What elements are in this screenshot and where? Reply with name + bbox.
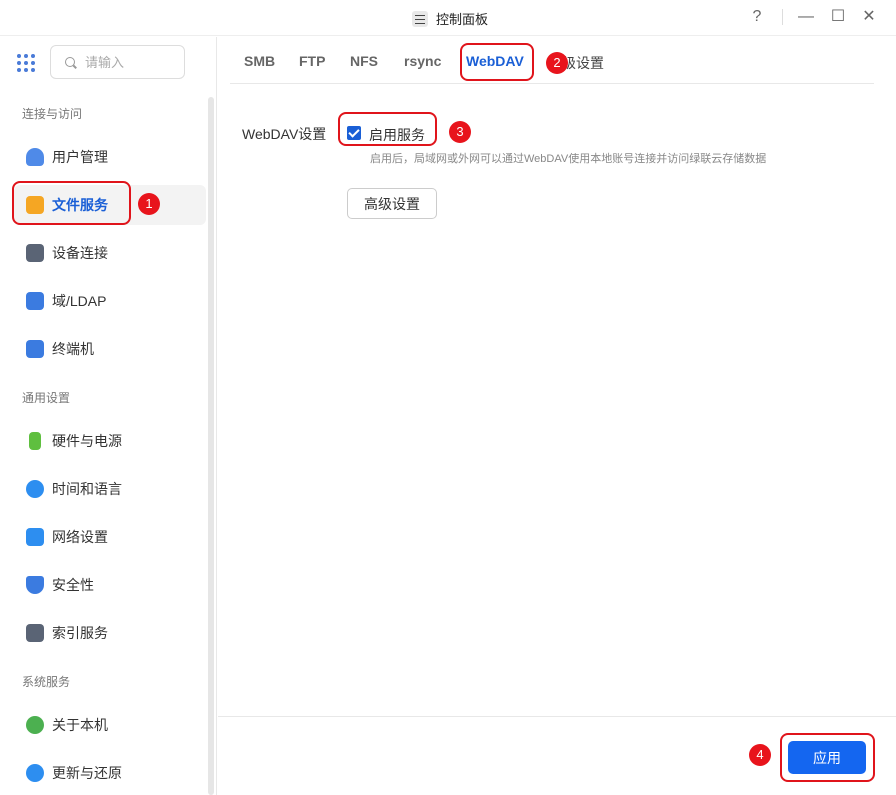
device-icon [26, 244, 44, 262]
index-icon [26, 624, 44, 642]
highlight-file-service [12, 181, 131, 225]
sidebar-item-about[interactable]: 关于本机 [14, 705, 206, 745]
section-label-system: 系统服务 [22, 675, 71, 689]
step-badge-4: 4 [749, 744, 771, 766]
help-icon[interactable]: ? [746, 6, 768, 28]
sidebar-item-terminal[interactable]: 终端机 [14, 329, 206, 369]
step-badge-2: 2 [546, 52, 568, 74]
battery-icon [29, 432, 41, 450]
terminal-icon [26, 340, 44, 358]
sidebar-item-label: 关于本机 [52, 717, 108, 733]
section-label-connect: 连接与访问 [22, 107, 83, 121]
maximize-icon[interactable]: ☐ [827, 6, 849, 28]
sidebar-item-label: 用户管理 [52, 149, 108, 165]
sidebar-item-label: 设备连接 [52, 245, 108, 261]
domain-icon [26, 292, 44, 310]
advanced-settings-button[interactable]: 高级设置 [347, 188, 437, 219]
tab-smb[interactable]: SMB [244, 53, 275, 69]
minimize-icon[interactable]: — [795, 6, 817, 28]
highlight-apply-button [780, 733, 875, 782]
step-badge-1: 1 [138, 193, 160, 215]
step-badge-3: 3 [449, 121, 471, 143]
sidebar-item-label: 索引服务 [52, 625, 108, 641]
tab-ftp[interactable]: FTP [299, 53, 325, 69]
sidebar-item-time-language[interactable]: 时间和语言 [14, 469, 206, 509]
search-icon [65, 57, 75, 67]
update-icon [26, 764, 44, 782]
sidebar-item-label: 更新与还原 [52, 765, 122, 781]
sidebar-item-hardware[interactable]: 硬件与电源 [14, 421, 206, 461]
tab-rsync[interactable]: rsync [404, 53, 441, 69]
sidebar-item-devices[interactable]: 设备连接 [14, 233, 206, 273]
shield-icon [26, 576, 44, 594]
title-bar: 控制面板 ? — ☐ ✕ [0, 0, 896, 36]
sidebar-item-index[interactable]: 索引服务 [14, 613, 206, 653]
info-icon [26, 716, 44, 734]
sidebar-item-label: 终端机 [52, 341, 94, 357]
sidebar-item-network[interactable]: 网络设置 [14, 517, 206, 557]
globe-icon [26, 480, 44, 498]
highlight-webdav-tab [460, 43, 534, 81]
webdav-settings-label: WebDAV设置 [242, 126, 327, 142]
sidebar-item-label: 安全性 [52, 577, 94, 593]
tab-nfs[interactable]: NFS [350, 53, 378, 69]
sidebar-scrollbar[interactable] [208, 97, 214, 795]
sidebar-item-label: 域/LDAP [52, 293, 107, 309]
sidebar-item-label: 硬件与电源 [52, 433, 122, 449]
sidebar: 连接与访问 用户管理 文件服务 设备连接 域/LDAP 终端机 通用设置 硬件与… [0, 37, 217, 795]
search-input[interactable] [85, 53, 175, 71]
apps-grid-icon[interactable] [17, 54, 35, 72]
search-box[interactable] [50, 45, 185, 79]
network-icon [26, 528, 44, 546]
user-icon [26, 148, 44, 166]
section-label-general: 通用设置 [22, 391, 71, 405]
window-title: 控制面板 [436, 12, 489, 27]
title-separator [782, 9, 783, 25]
sidebar-item-label: 网络设置 [52, 529, 108, 545]
close-icon[interactable]: ✕ [858, 6, 880, 28]
tab-advanced-settings[interactable]: 级设置 [562, 53, 604, 73]
window-title-group: 控制面板 [412, 9, 488, 28]
highlight-enable-service [338, 112, 437, 146]
control-panel-icon [412, 10, 428, 27]
sidebar-item-domain[interactable]: 域/LDAP [14, 281, 206, 321]
sidebar-item-users[interactable]: 用户管理 [14, 137, 206, 177]
sidebar-item-update[interactable]: 更新与还原 [14, 753, 206, 793]
sidebar-item-security[interactable]: 安全性 [14, 565, 206, 605]
webdav-hint-text: 启用后，局域网或外网可以通过WebDAV使用本地账号连接并访问绿联云存储数据 [370, 153, 767, 165]
sidebar-item-label: 时间和语言 [52, 481, 122, 497]
